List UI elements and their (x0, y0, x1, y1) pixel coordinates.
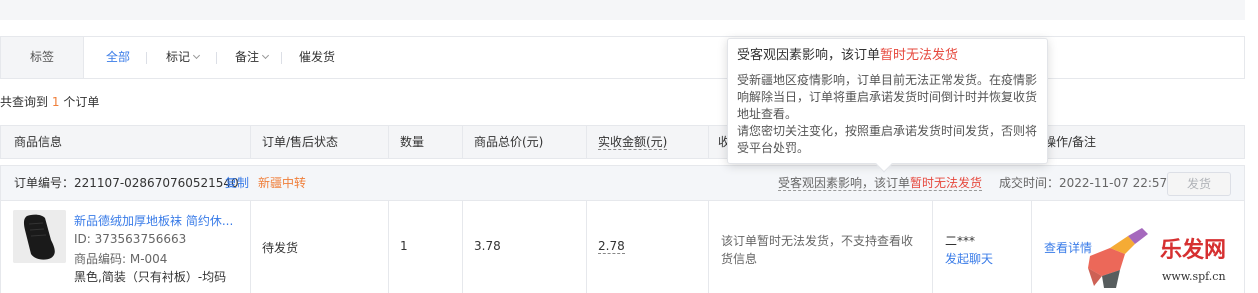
header-divider (250, 126, 251, 158)
filter-tab-all[interactable]: 全部 (106, 37, 130, 78)
shipping-notice[interactable]: 受客观因素影响，该订单暂时无法发货 (778, 166, 983, 200)
filter-tab-mark-label: 标记 (166, 50, 191, 64)
quantity: 1 (400, 239, 408, 253)
header-received: 实收金额(元) (598, 126, 668, 158)
header-divider (708, 126, 709, 158)
header-total-price: 商品总价(元) (474, 135, 544, 149)
deal-time: 成交时间：2022-11-07 22:57 (999, 166, 1167, 200)
tooltip-body-line: 受新疆地区疫情影响，订单目前无法正常发货。在疫情影 (737, 73, 1038, 87)
ship-button[interactable]: 发货 (1167, 172, 1231, 196)
chevron-down-icon (192, 51, 201, 60)
order-id-value: 221107-028670760521540 (74, 176, 239, 190)
product-code: 商品编码: M-004 (74, 252, 168, 266)
tooltip-body-line: 请您密切关注变化，按照重启承诺发货时间发货，否则将 (737, 124, 1038, 138)
top-strip (0, 0, 1245, 20)
deal-time-label: 成交时间： (999, 176, 1060, 190)
product-thumbnail[interactable] (13, 210, 66, 263)
shipping-notice-tooltip: 受客观因素影响，该订单暂时无法发货 受新疆地区疫情影响，订单目前无法正常发货。在… (727, 38, 1048, 173)
order-count-suffix: 个订单 (63, 95, 100, 109)
filter-label: 标签 (1, 37, 84, 78)
filter-tab-note-label: 备注 (235, 50, 260, 64)
filter-divider (146, 52, 147, 64)
product-spec: 黑色,简装（只有衬板）-均码 (74, 270, 227, 284)
order-header-bar: 订单编号：221107-028670760521540 复制 新疆中转 受客观因… (0, 165, 1245, 201)
tooltip-body: 受新疆地区疫情影响，订单目前无法正常发货。在疫情影 响解除当日，订单将重启承诺发… (737, 72, 1038, 157)
shipping-notice-red: 暂时无法发货 (910, 176, 983, 190)
tooltip-body-line: 地址查看。 (737, 107, 798, 121)
deal-time-value: 2022-11-07 22:57 (1059, 176, 1168, 190)
copy-order-id-link[interactable]: 复制 (225, 166, 249, 200)
header-divider (388, 126, 389, 158)
product-title-link[interactable]: 新品德绒加厚地板袜 简约休... (74, 212, 233, 229)
address-note-line2: 货信息 (721, 252, 758, 266)
shipping-notice-prefix: 受客观因素影响，该订单 (778, 176, 911, 190)
watermark-url: www.spf.cn (1162, 270, 1226, 283)
tooltip-title-prefix: 受客观因素影响，该订单 (737, 48, 881, 63)
column-divider (388, 201, 389, 293)
column-divider (1031, 201, 1032, 293)
filter-tab-note[interactable]: 备注 (235, 37, 270, 78)
column-divider (586, 201, 587, 293)
address-note-line1: 该订单暂时无法发货，不支持查看收 (721, 234, 914, 248)
filter-bar: 标签 全部 标记 备注 催发货 (0, 36, 1245, 79)
tooltip-title: 受客观因素影响，该订单暂时无法发货 (737, 45, 1038, 67)
order-count: 共查询到 1 个订单 (0, 93, 99, 110)
header-quantity: 数量 (400, 135, 425, 149)
sock-image (13, 210, 66, 263)
order-row: 新品德绒加厚地板袜 简约休... ID: 373563756663 商品编码: … (0, 201, 1245, 293)
header-order-status: 订单/售后状态 (262, 135, 339, 149)
buyer-name: 二*** (945, 234, 976, 248)
received-amount[interactable]: 2.78 (598, 239, 625, 254)
header-product-info: 商品信息 (14, 135, 63, 149)
tooltip-title-red: 暂时无法发货 (880, 48, 959, 63)
order-status: 待发货 (262, 241, 299, 255)
order-count-prefix: 共查询到 (0, 95, 49, 109)
header-divider (462, 126, 463, 158)
header-received-label: 实收金额(元) (598, 135, 668, 150)
watermark-brand: 乐发网 (1160, 237, 1227, 263)
column-divider (708, 201, 709, 293)
column-divider (462, 201, 463, 293)
shipping-notice-text: 受客观因素影响，该订单暂时无法发货 (778, 176, 983, 191)
total-price: 3.78 (474, 239, 501, 253)
region-tag: 新疆中转 (258, 176, 307, 190)
header-divider (586, 126, 587, 158)
order-id: 订单编号：221107-028670760521540 (14, 166, 239, 200)
filter-tab-mark[interactable]: 标记 (166, 37, 201, 78)
order-id-label: 订单编号： (14, 176, 75, 190)
table-header: 商品信息 订单/售后状态 数量 商品总价(元) 实收金额(元) 收 操作/备注 (0, 125, 1245, 159)
tooltip-body-line: 受平台处罚。 (737, 141, 810, 155)
received-amount-value: 2.78 (598, 239, 625, 254)
chevron-down-icon (261, 51, 270, 60)
filter-divider (216, 52, 217, 64)
product-id: ID: 373563756663 (74, 232, 187, 246)
column-divider (932, 201, 933, 293)
column-divider (250, 201, 251, 293)
watermark: 乐发网 www.spf.cn (1080, 226, 1258, 293)
filter-tab-urge[interactable]: 催发货 (299, 37, 335, 78)
header-actions: 操作/备注 (1044, 135, 1097, 149)
order-count-number: 1 (51, 95, 60, 109)
chat-link[interactable]: 发起聊天 (945, 250, 993, 267)
deer-logo-icon (1088, 228, 1148, 288)
filter-divider (281, 52, 282, 64)
tooltip-body-line: 响解除当日，订单将重启承诺发货时间倒计时并恢复收货 (737, 90, 1038, 104)
